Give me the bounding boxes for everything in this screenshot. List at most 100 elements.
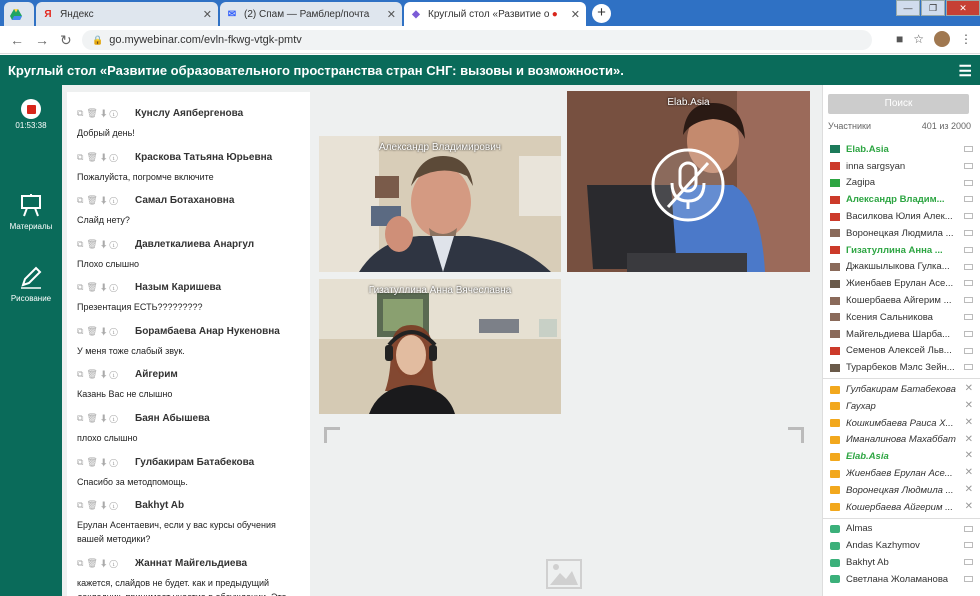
screen-icon[interactable] <box>964 525 973 532</box>
reload-icon[interactable]: ↻ <box>60 32 72 49</box>
remove-icon[interactable]: ✕ <box>965 434 973 445</box>
tab-rambler[interactable]: ✉ (2) Спам — Рамблер/почта ✕ <box>220 2 402 26</box>
menu-dots-icon[interactable]: ⋮ <box>960 32 972 46</box>
screen-icon[interactable] <box>964 364 973 371</box>
bookmark-star-icon[interactable]: ☆ <box>913 32 924 46</box>
participant-row[interactable]: Иманалинова Махаббат ✕ <box>823 432 980 449</box>
window-close-icon[interactable]: ✕ <box>946 0 980 16</box>
screen-icon[interactable] <box>964 347 973 354</box>
drawing-label: Рисование <box>10 294 52 303</box>
message-tools-icon[interactable]: ⧉🗑⬇ⓘ <box>77 457 135 468</box>
new-tab-button[interactable]: + <box>592 4 611 23</box>
participant-row[interactable]: Elab.Asia ✕ <box>823 448 980 465</box>
participant-row[interactable]: Жиенбаев Ерулан Асе... <box>823 275 980 292</box>
message-tools-icon[interactable]: ⧉🗑⬇ⓘ <box>77 558 135 569</box>
remove-icon[interactable]: ✕ <box>965 484 973 495</box>
video-tile-elab[interactable]: Elab.Asia <box>567 91 810 272</box>
screen-icon[interactable] <box>964 162 973 169</box>
participant-row[interactable]: Воронецкая Людмила ... ✕ <box>823 482 980 499</box>
close-tab-icon[interactable]: ✕ <box>387 8 396 21</box>
participant-row[interactable]: Светлана Жоламанова <box>823 571 980 588</box>
video-tile-participant[interactable]: Гизатуллина Анна Вячеславна <box>319 279 561 414</box>
participant-name: Джакшылыкова Гулка... <box>846 261 950 273</box>
message-tools-icon[interactable]: ⧉🗑⬇ⓘ <box>77 369 135 380</box>
message-tools-icon[interactable]: ⧉🗑⬇ⓘ <box>77 239 135 250</box>
participant-row[interactable]: Джакшылыкова Гулка... <box>823 259 980 276</box>
participant-row[interactable]: Майгельдиева Шарба... <box>823 326 980 343</box>
participant-row[interactable]: Кошербаева Айгерим ... <box>823 292 980 309</box>
participant-list[interactable]: Elab.Asia inna sargsyan Zagipa Александр Вл… <box>823 141 980 588</box>
screen-icon[interactable] <box>964 146 973 152</box>
video-tile-presenter[interactable]: Александр Владимирович <box>319 136 561 272</box>
participant-row[interactable]: Александр Владим... <box>823 191 980 208</box>
participant-name: Кошкимбаева Раиса Х... <box>846 417 954 429</box>
chat-message: ⧉🗑⬇ⓘ Самал Ботахановна Слайд нету? <box>77 194 302 227</box>
participant-row[interactable]: Жиенбаев Ерулан Асе... ✕ <box>823 465 980 482</box>
remove-icon[interactable]: ✕ <box>965 417 973 428</box>
remove-icon[interactable]: ✕ <box>965 383 973 394</box>
minimize-icon[interactable]: — <box>896 0 920 16</box>
video-frame-headset <box>319 279 561 414</box>
participant-row[interactable]: Elab.Asia <box>823 141 980 158</box>
screen-icon[interactable] <box>964 246 973 253</box>
screen-icon[interactable] <box>964 330 973 337</box>
drawing-button[interactable]: Рисование <box>0 265 62 303</box>
maximize-icon[interactable]: ❐ <box>921 0 945 16</box>
participant-row[interactable]: Кошкимбаева Раиса Х... ✕ <box>823 415 980 432</box>
materials-button[interactable]: Материалы <box>0 193 62 231</box>
forward-icon[interactable]: → <box>35 32 49 48</box>
screen-icon[interactable] <box>964 179 973 186</box>
tab-drive[interactable] <box>4 2 34 26</box>
url-field[interactable]: 🔒 go.mywebinar.com/evln-fkwg-vtgk-pmtv <box>82 30 872 50</box>
participant-row[interactable]: Турарбеков Мэлс Зейн... <box>823 359 980 376</box>
profile-avatar[interactable] <box>934 31 950 47</box>
remove-icon[interactable]: ✕ <box>965 450 973 461</box>
participant-row[interactable]: Zagipa <box>823 175 980 192</box>
screen-icon[interactable] <box>964 559 973 566</box>
participant-row[interactable]: Гаухар ✕ <box>823 398 980 415</box>
screen-icon[interactable] <box>964 575 973 582</box>
participant-row[interactable]: Bakhyt Ab <box>823 554 980 571</box>
remove-icon[interactable]: ✕ <box>965 467 973 478</box>
tab-webinar[interactable]: ◆ Круглый стол «Развитие об ● ✕ <box>404 2 586 26</box>
video-name-label: Гизатуллина Анна Вячеславна <box>368 285 512 296</box>
chat-messages[interactable]: ⧉🗑⬇ⓘ Кунслу Аяпбергенова Добрый день! ⧉🗑⬇… <box>67 92 310 596</box>
remove-icon[interactable]: ✕ <box>965 501 973 512</box>
participant-row[interactable]: inna sargsyan <box>823 158 980 175</box>
screen-icon[interactable] <box>964 280 973 287</box>
participant-row[interactable]: Гулбакирам Батабекова ✕ <box>823 381 980 398</box>
message-tools-icon[interactable]: ⧉🗑⬇ⓘ <box>77 152 135 163</box>
participant-row[interactable]: Воронецкая Людмила ... <box>823 225 980 242</box>
screen-icon[interactable] <box>964 196 973 203</box>
record-control[interactable]: 01:53:38 <box>0 99 62 130</box>
close-tab-icon[interactable]: ✕ <box>571 8 580 21</box>
message-tools-icon[interactable]: ⧉🗑⬇ⓘ <box>77 500 135 511</box>
participant-row[interactable]: Кошербаева Айгерим ... ✕ <box>823 499 980 516</box>
message-text: Ерулан Асентаевич, если у вас курсы обуч… <box>77 520 276 544</box>
message-tools-icon[interactable]: ⧉🗑⬇ⓘ <box>77 326 135 337</box>
screen-icon[interactable] <box>964 229 973 236</box>
screen-icon[interactable] <box>964 542 973 549</box>
participant-row[interactable]: Гизатуллина Анна ... <box>823 242 980 259</box>
screen-icon[interactable] <box>964 263 973 270</box>
message-tools-icon[interactable]: ⧉🗑⬇ⓘ <box>77 195 135 206</box>
screen-icon[interactable] <box>964 297 973 304</box>
presentation-board-icon <box>0 193 62 219</box>
hamburger-menu-icon[interactable]: ☰ <box>959 62 972 80</box>
message-tools-icon[interactable]: ⧉🗑⬇ⓘ <box>77 282 135 293</box>
remove-icon[interactable]: ✕ <box>965 400 973 411</box>
tab-yandex[interactable]: Я Яндекс ✕ <box>36 2 218 26</box>
back-icon[interactable]: ← <box>10 32 24 48</box>
screen-icon[interactable] <box>964 213 973 220</box>
screen-icon[interactable] <box>964 313 973 320</box>
message-tools-icon[interactable]: ⧉🗑⬇ⓘ <box>77 413 135 424</box>
participant-row[interactable]: Andas Kazhymov <box>823 537 980 554</box>
participant-search-input[interactable]: Поиск <box>828 94 969 114</box>
participant-row[interactable]: Семенов Алексей Льв... <box>823 343 980 360</box>
participant-row[interactable]: Василкова Юлия Алек... <box>823 208 980 225</box>
close-tab-icon[interactable]: ✕ <box>203 8 212 21</box>
camera-icon[interactable]: ■ <box>896 32 903 46</box>
participant-row[interactable]: Almas <box>823 521 980 538</box>
participant-row[interactable]: Ксения Сальникова <box>823 309 980 326</box>
message-tools-icon[interactable]: ⧉🗑⬇ⓘ <box>77 108 135 119</box>
